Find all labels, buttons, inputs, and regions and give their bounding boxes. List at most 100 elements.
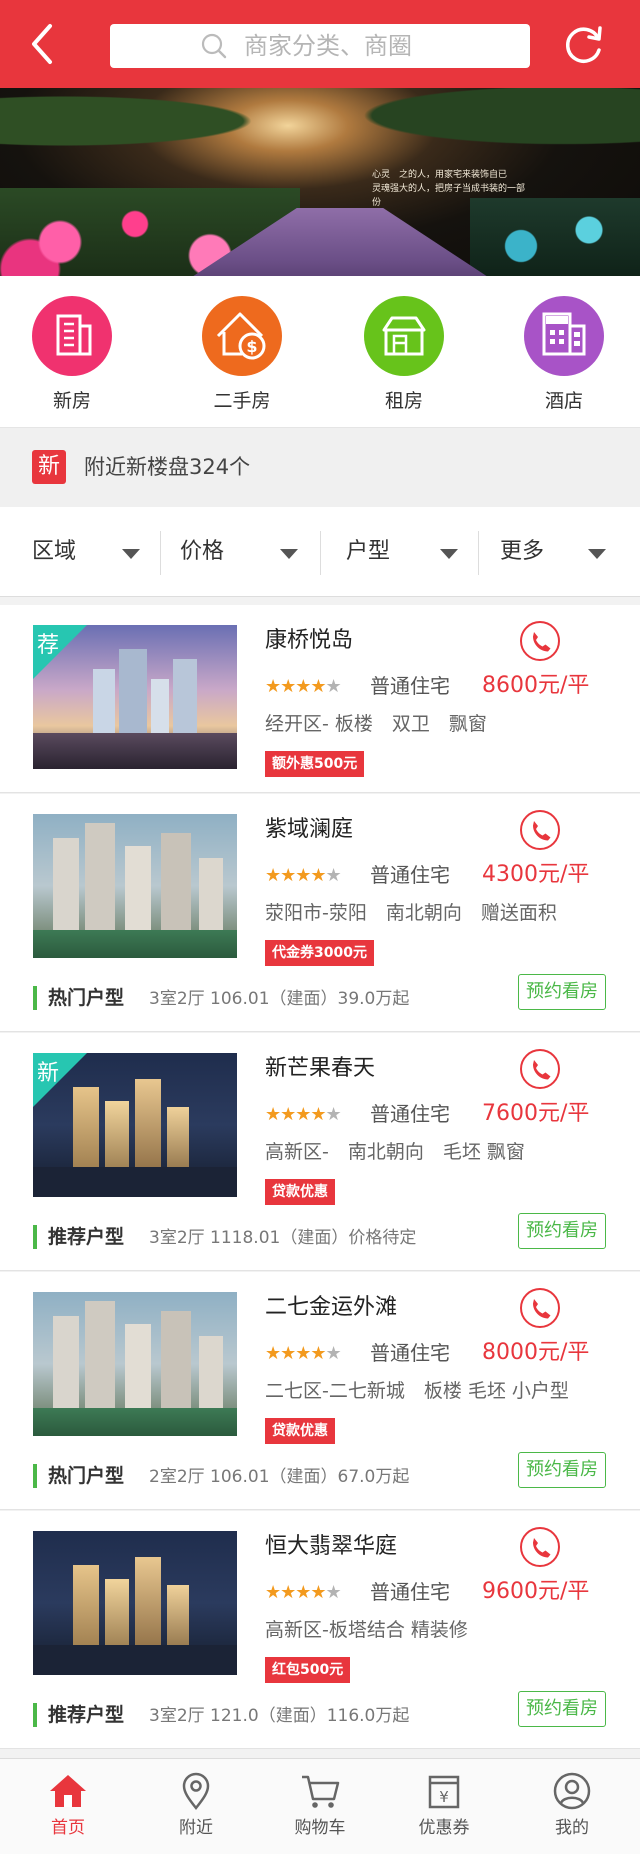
layout-desc: 3室2厅 106.01（建面）39.0万起 — [149, 989, 410, 1009]
search-input[interactable]: 商家分类、商圈 — [110, 24, 530, 68]
phone-icon[interactable] — [520, 1049, 560, 1089]
layout-desc: 3室2厅 121.0（建面）116.0万起 — [149, 1706, 410, 1726]
promo-tag: 红包500元 — [265, 1657, 351, 1683]
filter-divider — [320, 531, 321, 575]
listing-name[interactable]: 紫域澜庭 — [265, 814, 353, 846]
nearby-count-text: 附近新楼盘324个 — [84, 455, 251, 479]
listing-photo — [33, 1531, 237, 1675]
rating-stars: ★★★★★ — [265, 676, 342, 697]
listing-item[interactable]: 新 新芒果春天 ★★★★★ 普通住宅 7600元/平 高新区- 南北朝向 毛坯 … — [0, 1033, 640, 1271]
banner-caption-line1: 心灵 之的人，用家宅来装饰自已 — [372, 170, 508, 180]
filter-label: 更多 — [500, 539, 545, 564]
layout-accent-bar — [33, 1464, 37, 1488]
banner-caption: 心灵 之的人，用家宅来装饰自已 灵魂强大的人，把房子当成书装的一部份 — [372, 168, 532, 210]
tab-label: 首页 — [51, 1818, 85, 1838]
chevron-down-icon — [440, 549, 458, 559]
listing-photo: 荐 — [33, 625, 237, 769]
listing-tags: 经开区- 板楼 双卫 飘窗 — [265, 713, 487, 735]
svg-text:$: $ — [246, 337, 257, 356]
listing-item[interactable]: 二七金运外滩 ★★★★★ 普通住宅 8000元/平 二七区-二七新城 板楼 毛坯… — [0, 1272, 640, 1510]
layout-title: 热门户型 — [48, 1465, 125, 1487]
category-second-hand[interactable]: $ 二手房 — [192, 296, 292, 413]
layout-accent-bar — [33, 986, 37, 1010]
category-rent[interactable]: 租房 — [354, 296, 454, 413]
hotel-icon — [524, 296, 604, 376]
filter-layout[interactable]: 户型 — [346, 507, 506, 597]
phone-icon[interactable] — [520, 1288, 560, 1328]
filter-area[interactable]: 区域 — [32, 507, 192, 597]
cart-icon — [302, 1775, 340, 1808]
promo-banner[interactable]: 心灵 之的人，用家宅来装饰自已 灵魂强大的人，把房子当成书装的一部份 — [0, 88, 640, 276]
refresh-icon — [565, 26, 602, 63]
listing-name[interactable]: 恒大翡翠华庭 — [265, 1531, 397, 1563]
tab-label: 附近 — [179, 1818, 213, 1838]
banner-trees — [0, 88, 640, 198]
listing-item[interactable]: 荐 康桥悦岛 ★★★★★ 普通住宅 8600元/平 经开区- 板楼 双卫 飘窗 … — [0, 605, 640, 793]
category-new-house[interactable]: 新房 — [22, 296, 122, 413]
promo-tag: 额外惠500元 — [265, 751, 365, 777]
listing-photo — [33, 814, 237, 958]
filter-price[interactable]: 价格 — [180, 507, 340, 597]
layout-title: 推荐户型 — [48, 1704, 125, 1726]
filter-label: 价格 — [180, 539, 225, 564]
tab-coupons[interactable]: ¥ 优惠券 — [380, 1759, 508, 1854]
property-type: 普通住宅 — [370, 674, 450, 698]
tab-profile[interactable]: 我的 — [508, 1759, 636, 1854]
listing-name[interactable]: 新芒果春天 — [265, 1053, 375, 1085]
category-label: 租房 — [384, 390, 423, 412]
listing-photo — [33, 1292, 237, 1436]
listing-name[interactable]: 康桥悦岛 — [265, 625, 353, 657]
phone-icon[interactable] — [520, 1527, 560, 1567]
listing-tags: 高新区-板塔结合 精装修 — [265, 1619, 468, 1641]
listing-price: 7600元/平 — [482, 1101, 590, 1126]
book-viewing-button[interactable]: 预约看房 — [518, 1213, 606, 1249]
listing-price: 8000元/平 — [482, 1340, 590, 1365]
listing-tags: 二七区-二七新城 板楼 毛坯 小户型 — [265, 1380, 569, 1402]
banner-caption-line2: 灵魂强大的人，把房子当成书装的一部份 — [372, 184, 526, 208]
tab-home[interactable]: 首页 — [4, 1759, 132, 1854]
promo-tag: 贷款优惠 — [265, 1418, 335, 1444]
tab-cart[interactable]: 购物车 — [256, 1759, 384, 1854]
filter-more[interactable]: 更多 — [500, 507, 640, 597]
property-type: 普通住宅 — [370, 863, 450, 887]
listing-item[interactable]: 恒大翡翠华庭 ★★★★★ 普通住宅 9600元/平 高新区-板塔结合 精装修 红… — [0, 1511, 640, 1749]
chevron-down-icon — [588, 549, 606, 559]
listing-photo: 新 — [33, 1053, 237, 1197]
rating-stars: ★★★★★ — [265, 865, 342, 886]
chevron-down-icon — [280, 549, 298, 559]
new-badge: 新 — [32, 450, 66, 484]
nearby-notice[interactable]: 新 附近新楼盘324个 — [0, 428, 640, 507]
category-grid: 新房 $ 二手房 租房 酒店 — [0, 276, 640, 428]
search-icon — [201, 33, 227, 59]
layout-desc: 2室2厅 106.01（建面）67.0万起 — [149, 1467, 410, 1487]
layout-title: 推荐户型 — [48, 1226, 125, 1248]
category-hotel[interactable]: 酒店 — [514, 296, 614, 413]
listing-price: 8600元/平 — [482, 673, 590, 698]
filter-divider — [160, 531, 161, 575]
promo-tag: 代金券3000元 — [265, 940, 374, 966]
layout-accent-bar — [33, 1703, 37, 1727]
tab-label: 购物车 — [294, 1818, 346, 1838]
rating-stars: ★★★★★ — [265, 1582, 342, 1603]
category-label: 新房 — [52, 390, 91, 412]
book-viewing-button[interactable]: 预约看房 — [518, 1452, 606, 1488]
building-icon — [32, 296, 112, 376]
book-viewing-button[interactable]: 预约看房 — [518, 974, 606, 1010]
layout-title: 热门户型 — [48, 987, 125, 1009]
listing-tags: 荥阳市-荥阳 南北朝向 赠送面积 — [265, 902, 557, 924]
rent-house-icon — [364, 296, 444, 376]
listing-price: 9600元/平 — [482, 1579, 590, 1604]
book-viewing-button[interactable]: 预约看房 — [518, 1691, 606, 1727]
property-type: 普通住宅 — [370, 1580, 450, 1604]
tab-nearby[interactable]: 附近 — [132, 1759, 260, 1854]
top-bar: 商家分类、商圈 — [0, 0, 640, 88]
phone-icon[interactable] — [520, 621, 560, 661]
filter-label: 户型 — [346, 539, 391, 564]
back-button[interactable] — [22, 18, 70, 70]
listing-item[interactable]: 紫域澜庭 ★★★★★ 普通住宅 4300元/平 荥阳市-荥阳 南北朝向 赠送面积… — [0, 794, 640, 1032]
layout-accent-bar — [33, 1225, 37, 1249]
svg-text:¥: ¥ — [439, 1788, 449, 1806]
refresh-button[interactable] — [562, 22, 606, 66]
phone-icon[interactable] — [520, 810, 560, 850]
listing-name[interactable]: 二七金运外滩 — [265, 1292, 397, 1324]
